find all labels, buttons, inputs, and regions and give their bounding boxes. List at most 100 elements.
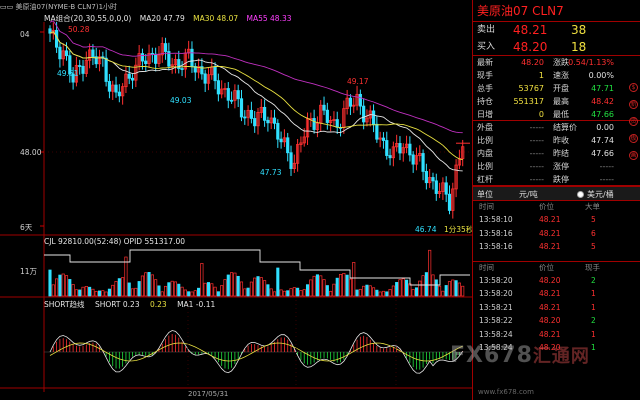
volume-bar <box>444 285 448 297</box>
tick-head-time-2: 时间 <box>479 262 494 272</box>
tick-row[interactable]: 13:58:21 48.21 1 <box>473 301 640 315</box>
ma1-value: MA1 -0.11 <box>177 300 216 309</box>
candle-body <box>229 99 234 102</box>
tick-row[interactable]: 13:58:10 48.21 5 <box>473 213 640 227</box>
info-icon[interactable]: 资 <box>629 117 638 126</box>
volume-bar <box>68 279 72 297</box>
volume-bar <box>71 284 75 297</box>
dollar-icon[interactable]: $ <box>629 83 638 92</box>
draw-icon[interactable]: 画 <box>629 151 638 160</box>
volume-bar <box>121 277 125 297</box>
volume-bar <box>269 288 273 297</box>
volume-bar <box>180 286 184 297</box>
volume-bar <box>220 285 224 297</box>
volume-bar <box>355 289 359 297</box>
candle-body <box>114 84 118 93</box>
volume-bar <box>107 288 111 297</box>
candle-body <box>58 46 62 60</box>
candle-body <box>213 66 217 82</box>
unit-option-usd[interactable]: 美元/桶 <box>587 187 614 202</box>
volume-bar <box>124 256 128 297</box>
volume-bar <box>48 269 52 297</box>
volume-axis-label: 11万 <box>20 267 38 276</box>
tick-row[interactable]: 13:58:24 48.21 1 <box>473 328 640 342</box>
big-ticks-list[interactable]: 13:58:10 48.21 5 13:58:16 48.21 6 13:58:16 48.2… <box>473 213 640 254</box>
news-icon[interactable]: 新 <box>629 100 638 109</box>
tick-row[interactable]: 13:58:16 48.21 5 <box>473 240 640 254</box>
candle-body <box>398 143 402 154</box>
quote-row: 杠杆 ----- 跌停 ----- <box>473 173 640 186</box>
candle-body <box>322 104 326 111</box>
tick-row[interactable]: 13:58:20 48.21 1 <box>473 287 640 301</box>
quote-label-2: 最低 <box>553 110 569 119</box>
volume-legend: CJL 92810.00(52:48) OPID 551317.00 <box>44 237 185 246</box>
volume-bar <box>457 282 461 297</box>
board-icon[interactable]: 板 <box>629 134 638 143</box>
candle-body <box>249 109 253 119</box>
tick-qty: 2 <box>591 275 596 285</box>
candle-body <box>408 143 412 156</box>
quote-label-2: 速涨 <box>553 71 569 80</box>
tick-row[interactable]: 13:58:16 48.21 6 <box>473 227 640 241</box>
ma55-line <box>49 20 463 134</box>
volume-bar <box>206 282 211 297</box>
volume-bar <box>441 290 445 297</box>
candlestick-chart[interactable]: 50.28 49.51 49.03 49.17 47.73 46.74 1分35秒 <box>0 0 472 400</box>
volume-bar <box>438 285 442 297</box>
candle-body <box>64 50 69 57</box>
volume-bar <box>210 283 214 297</box>
unit-row: 单位 元/吨 美元/桶 <box>473 186 640 201</box>
volume-bar <box>183 289 187 297</box>
quote-value-2: 47.66 <box>591 110 614 119</box>
tick-qty: 5 <box>591 242 596 251</box>
tick-row[interactable]: 13:58:20 48.20 2 <box>473 274 640 288</box>
candle-body <box>104 57 108 82</box>
tick-qty: 2 <box>591 316 596 325</box>
quote-value: ----- <box>529 136 544 145</box>
short-value-2: 0.23 <box>149 300 167 309</box>
low-label-2: 49.03 <box>170 96 192 105</box>
watermark-url: www.fx678.com <box>478 388 534 396</box>
tick-price: 48.20 <box>539 275 561 285</box>
tick-header: 时间 价位 现手 <box>473 262 640 274</box>
short-indicator-name[interactable]: SHORT趋线 <box>44 300 85 309</box>
quote-label: 比例 <box>477 162 493 171</box>
volume-bar <box>256 276 260 297</box>
volume-bar <box>395 282 399 297</box>
volume-bar <box>239 281 244 297</box>
tick-qty: 1 <box>591 302 596 312</box>
buy-qty: 18 <box>571 40 587 54</box>
candle-body <box>239 98 244 118</box>
volume-bar <box>348 278 352 297</box>
quote-value-2: 0.00 <box>596 123 614 132</box>
volume-bar <box>329 290 333 297</box>
volume-bar <box>398 279 402 297</box>
tick-row[interactable]: 13:58:22 48.20 2 <box>473 314 640 328</box>
candle-body <box>325 109 329 123</box>
volume-bar <box>305 284 310 297</box>
chart-area[interactable]: ▭▭ 美原油07(NYME-B CLN7)1小时 MA组合(20,30,55,0… <box>0 0 472 400</box>
volume-bar <box>197 287 201 297</box>
tick-qty: 1 <box>591 289 596 298</box>
volume-bar <box>335 277 339 297</box>
watermark-logo: FX678汇通网 <box>450 342 590 368</box>
tick-time: 13:58:10 <box>479 215 513 224</box>
volume-bar <box>286 290 290 297</box>
unit-radio-usd[interactable] <box>577 191 584 198</box>
volume-bar <box>177 283 181 297</box>
volume-bar <box>64 275 69 297</box>
volume-bar <box>296 287 300 297</box>
volume-bar <box>421 275 425 297</box>
volume-bar <box>362 285 366 297</box>
high-label-1: 50.28 <box>68 25 90 34</box>
quote-label: 外盘 <box>477 123 493 132</box>
volume-bar <box>388 289 392 297</box>
candle-body <box>78 65 82 67</box>
unit-option-yuan[interactable]: 元/吨 <box>519 187 538 202</box>
quote-label-2: 昨结 <box>553 149 569 158</box>
volume-bar <box>451 279 455 297</box>
quote-row: 外盘 ----- 结算价 0.00 <box>473 121 640 134</box>
quote-label: 持仓 <box>477 97 493 106</box>
quote-label: 杠杆 <box>477 175 493 184</box>
volume-bar <box>84 285 88 297</box>
